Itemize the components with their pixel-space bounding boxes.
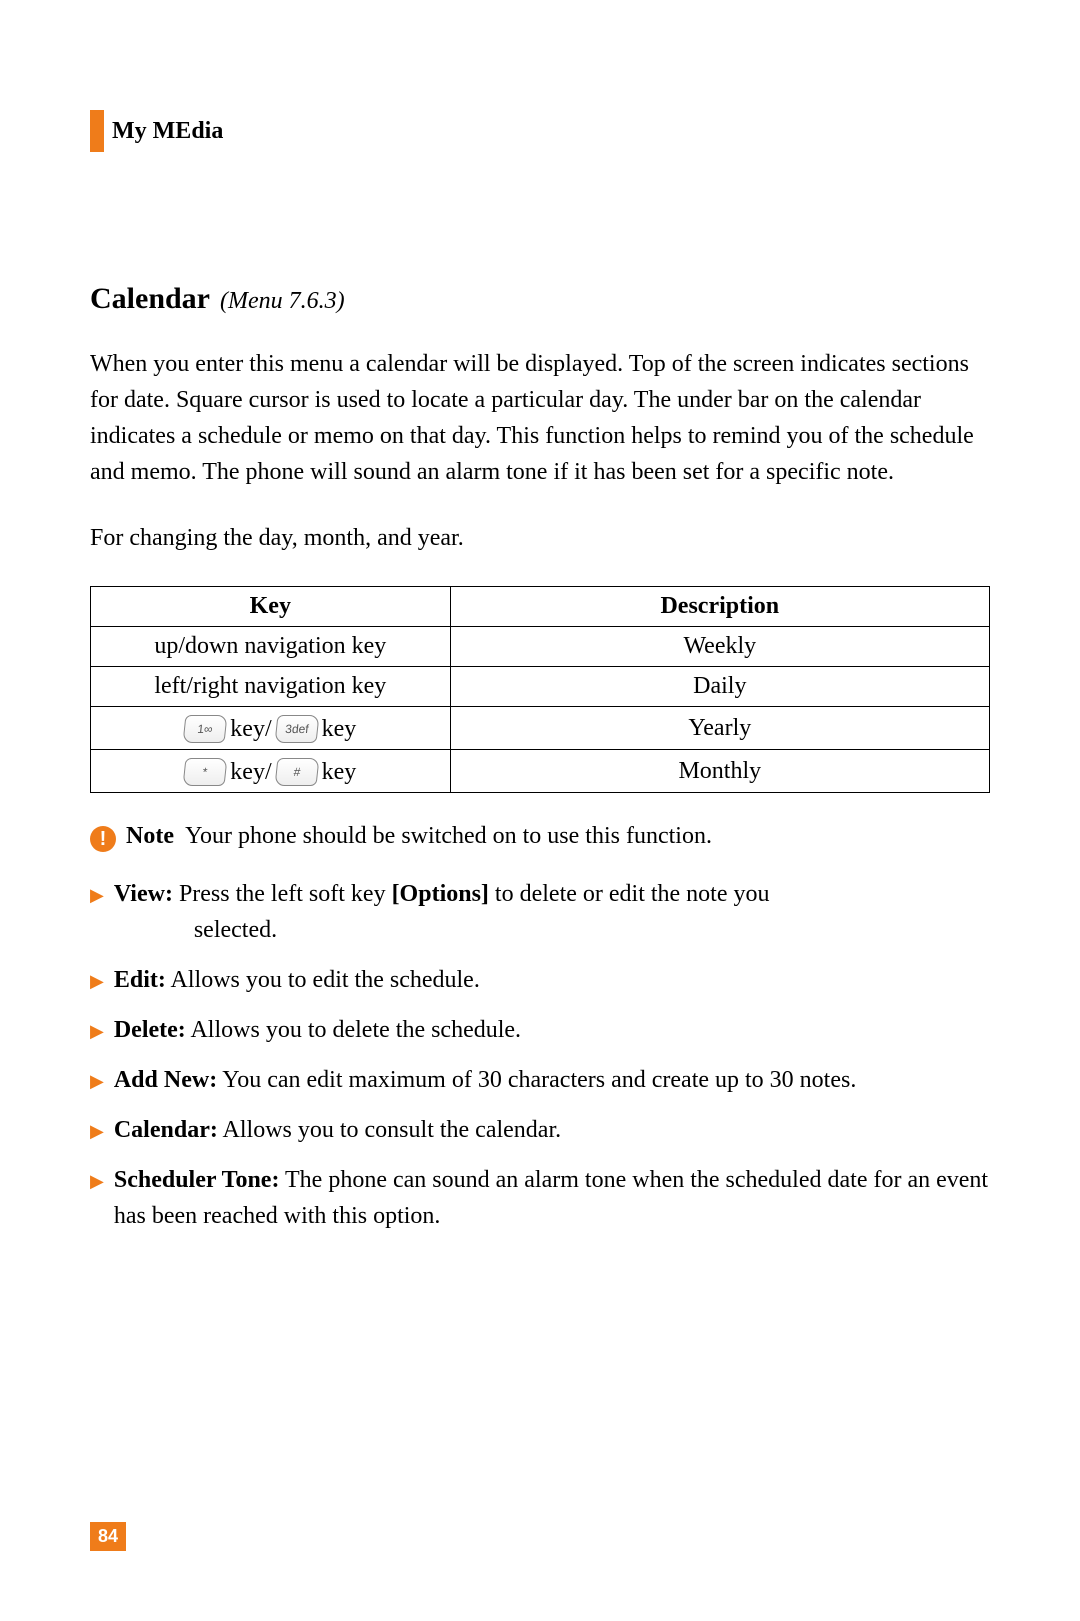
key-3-icon: 3def — [274, 715, 319, 743]
list-item: ▶ Delete: Allows you to delete the sched… — [90, 1012, 990, 1048]
key-1-icon: 1∞ — [183, 715, 228, 743]
page-content: My MEdia Calendar (Menu 7.6.3) When you … — [0, 0, 1080, 1234]
table-row: left/right navigation key Daily — [91, 667, 990, 707]
table-header-row: Key Description — [91, 587, 990, 627]
key-cell: 1∞ key/ 3def key — [91, 707, 451, 750]
desc-cell: Monthly — [450, 750, 989, 793]
table-row: 1∞ key/ 3def key Yearly — [91, 707, 990, 750]
desc-cell: Weekly — [450, 627, 989, 667]
list-item: ▶ View: Press the left soft key [Options… — [90, 876, 990, 948]
list-item: ▶ Calendar: Allows you to consult the ca… — [90, 1112, 990, 1148]
triangle-bullet-icon: ▶ — [90, 1168, 104, 1195]
note-text: Your phone should be switched on to use … — [185, 823, 712, 849]
item-label: View: — [114, 881, 173, 907]
desc-cell: Daily — [450, 667, 989, 707]
item-text: Press the left soft key — [173, 881, 392, 907]
options-list: ▶ View: Press the left soft key [Options… — [90, 876, 990, 1234]
item-text: to delete or edit the note you — [489, 881, 770, 907]
section-title: My MEdia — [112, 118, 223, 145]
item-label: Add New: — [114, 1067, 217, 1093]
item-text: Allows you to edit the schedule. — [166, 967, 480, 993]
item-text: You can edit maximum of 30 characters an… — [217, 1067, 856, 1093]
options-keyword: [Options] — [392, 881, 489, 907]
key-star-icon: * — [183, 758, 228, 786]
triangle-bullet-icon: ▶ — [90, 1068, 104, 1095]
table-row: * key/ # key Monthly — [91, 750, 990, 793]
heading: Calendar (Menu 7.6.3) — [90, 282, 990, 316]
page-number: 84 — [90, 1522, 126, 1551]
item-label: Edit: — [114, 967, 166, 993]
item-text: Allows you to consult the calendar. — [218, 1117, 561, 1143]
list-item: ▶ Add New: You can edit maximum of 30 ch… — [90, 1062, 990, 1098]
triangle-bullet-icon: ▶ — [90, 882, 104, 909]
change-paragraph: For changing the day, month, and year. — [90, 520, 990, 556]
key-hash-icon: # — [274, 758, 319, 786]
item-label: Delete: — [114, 1017, 186, 1043]
item-label: Calendar: — [114, 1117, 218, 1143]
col-header-desc: Description — [450, 587, 989, 627]
item-text-continued: selected. — [194, 912, 770, 948]
heading-title: Calendar — [90, 282, 210, 315]
item-label: Scheduler Tone: — [114, 1167, 280, 1193]
key-text: key/ — [230, 716, 271, 743]
triangle-bullet-icon: ▶ — [90, 1118, 104, 1145]
key-text: key — [322, 759, 357, 786]
key-text: key/ — [230, 759, 271, 786]
exclamation-icon: ! — [90, 826, 116, 852]
desc-cell: Yearly — [450, 707, 989, 750]
item-text: Allows you to delete the schedule. — [186, 1017, 521, 1043]
key-cell: up/down navigation key — [91, 627, 451, 667]
list-item: ▶ Edit: Allows you to edit the schedule. — [90, 962, 990, 998]
intro-paragraph: When you enter this menu a calendar will… — [90, 346, 990, 490]
table-row: up/down navigation key Weekly — [91, 627, 990, 667]
key-text: key — [322, 716, 357, 743]
header-accent-bar — [90, 110, 104, 152]
triangle-bullet-icon: ▶ — [90, 968, 104, 995]
key-description-table: Key Description up/down navigation key W… — [90, 586, 990, 793]
note-row: ! Note Your phone should be switched on … — [90, 823, 990, 852]
key-cell: left/right navigation key — [91, 667, 451, 707]
list-item: ▶ Scheduler Tone: The phone can sound an… — [90, 1162, 990, 1234]
col-header-key: Key — [91, 587, 451, 627]
note-label: Note — [126, 823, 174, 849]
triangle-bullet-icon: ▶ — [90, 1018, 104, 1045]
section-header: My MEdia — [90, 110, 990, 152]
key-cell: * key/ # key — [91, 750, 451, 793]
note-content: Note Your phone should be switched on to… — [126, 823, 712, 850]
heading-subtitle: (Menu 7.6.3) — [220, 288, 345, 314]
